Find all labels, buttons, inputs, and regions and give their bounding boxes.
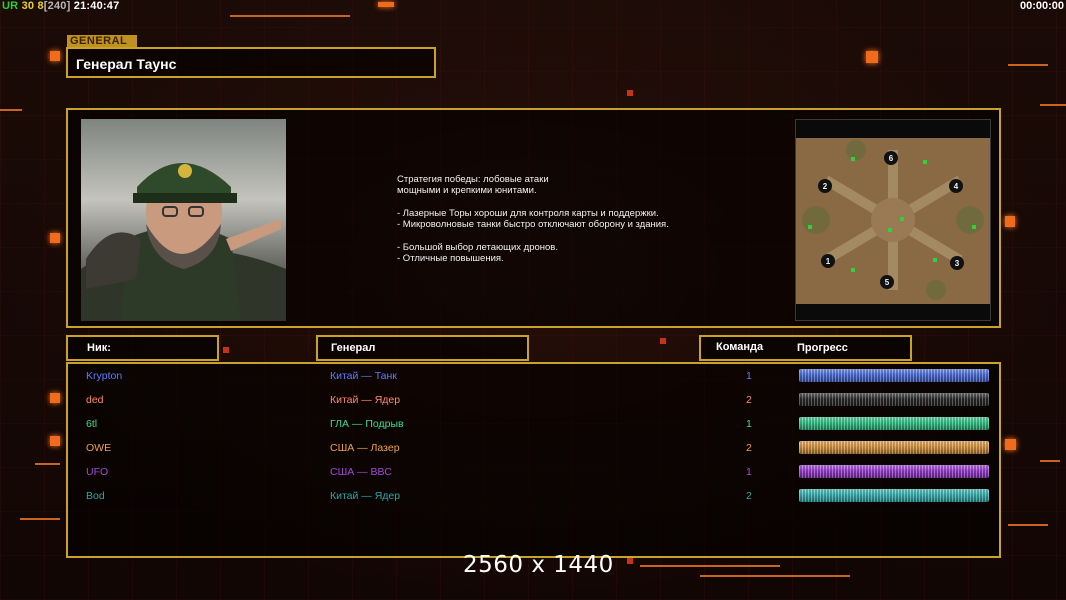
spawn-1: 1 xyxy=(826,257,831,266)
player-progress-bar xyxy=(799,441,989,454)
player-team: 2 xyxy=(746,490,752,502)
player-progress-bar xyxy=(799,489,989,502)
player-general: ГЛА — Подрыв xyxy=(330,418,404,430)
player-row: ded Китай — Ядер 2 xyxy=(68,390,999,414)
player-nick: Bod xyxy=(86,490,105,502)
hud-timer: 00:00:00 xyxy=(1019,0,1064,12)
player-team: 1 xyxy=(746,466,752,478)
player-row: 6tl ГЛА — Подрыв 1 xyxy=(68,414,999,438)
general-tag: GENERAL xyxy=(67,35,137,47)
general-title-box: Генерал Таунс xyxy=(66,47,436,78)
hud-bracket: [240] xyxy=(43,0,71,12)
player-row: OWE США — Лазер 2 xyxy=(68,438,999,462)
player-nick: Krypton xyxy=(86,370,123,382)
player-nick: OWE xyxy=(86,442,112,454)
player-nick: ded xyxy=(86,394,104,406)
player-row: UFO США — ВВС 1 xyxy=(68,462,999,486)
header-team: Команда xyxy=(716,341,764,353)
spawn-2: 2 xyxy=(823,182,828,191)
header-progress: Прогресс xyxy=(797,342,848,354)
spawn-5: 5 xyxy=(885,278,890,287)
spawn-4: 4 xyxy=(954,182,959,191)
general-description: Стратегия победы: лобовые атаки мощными … xyxy=(397,174,669,265)
player-team: 2 xyxy=(746,442,752,454)
hud-value-1: 30 xyxy=(21,0,35,12)
player-progress-bar xyxy=(799,393,989,406)
header-nick-box: Ник: xyxy=(66,335,219,361)
player-general: США — ВВС xyxy=(330,466,392,478)
player-nick: UFO xyxy=(86,466,109,478)
hud-ur: UR xyxy=(2,0,19,12)
player-nick: 6tl xyxy=(86,418,98,430)
general-portrait xyxy=(81,119,286,321)
player-team: 1 xyxy=(746,418,752,430)
player-general: Китай — Ядер xyxy=(330,490,401,502)
resolution-watermark: 2560 x 1440 xyxy=(463,552,614,578)
spawn-3: 3 xyxy=(955,259,960,268)
hud-clock: 21:40:47 xyxy=(73,0,120,12)
general-info-panel: Стратегия победы: лобовые атаки мощными … xyxy=(66,108,1001,328)
player-general: Китай — Ядер xyxy=(330,394,401,406)
header-general-box: Генерал xyxy=(316,335,529,361)
player-general: Китай — Танк xyxy=(330,370,397,382)
player-progress-bar xyxy=(799,369,989,382)
spawn-6: 6 xyxy=(889,154,894,163)
player-row: Krypton Китай — Танк 1 xyxy=(68,366,999,390)
player-row: Bod Китай — Ядер 2 xyxy=(68,486,999,510)
header-team-progress-box: Команда Прогресс xyxy=(699,335,912,361)
hud-status: UR 30 8[240] 21:40:47 xyxy=(2,0,119,12)
general-name: Генерал Таунс xyxy=(76,56,177,72)
player-progress-bar xyxy=(799,417,989,430)
minimap: 1 2 3 4 5 6 xyxy=(795,119,991,321)
players-panel: Krypton Китай — Танк 1 ded Китай — Ядер 2 6tl Г… xyxy=(66,362,1001,558)
player-progress-bar xyxy=(799,465,989,478)
header-nick: Ник: xyxy=(87,342,111,354)
header-general: Генерал xyxy=(331,342,376,354)
player-team: 1 xyxy=(746,370,752,382)
player-general: США — Лазер xyxy=(330,442,400,454)
player-team: 2 xyxy=(746,394,752,406)
